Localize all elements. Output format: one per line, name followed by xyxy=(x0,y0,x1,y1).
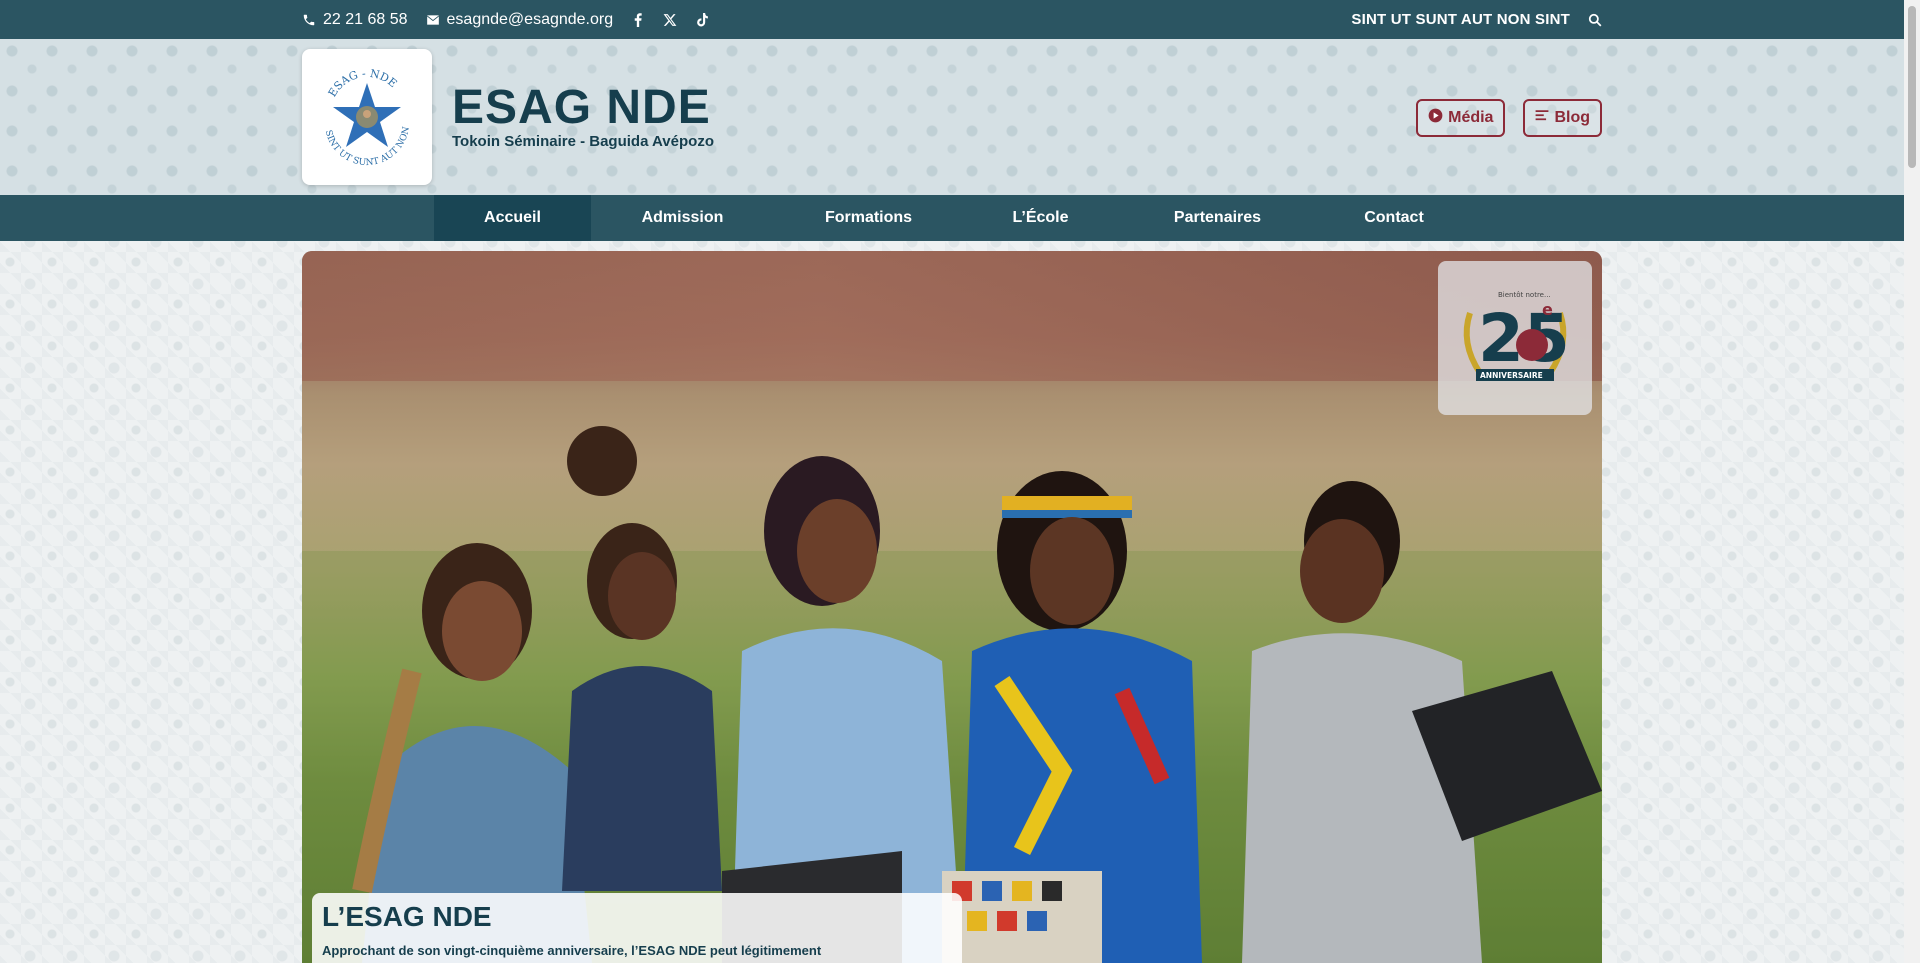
nav-item-formations[interactable]: Formations xyxy=(774,195,963,241)
blog-label: Blog xyxy=(1554,109,1590,126)
site-header: ESAG - NDE SINT UT SUNT AUT NON SINT ESA… xyxy=(0,39,1904,195)
logo-emblem: ESAG - NDE SINT UT SUNT AUT NON SINT xyxy=(311,61,412,168)
nav-item-contact[interactable]: Contact xyxy=(1317,195,1471,241)
badge-superscript: e xyxy=(1542,300,1553,319)
nav-item-accueil[interactable]: Accueil xyxy=(434,195,591,241)
play-circle-icon xyxy=(1428,108,1443,128)
media-button[interactable]: Média xyxy=(1416,99,1506,137)
scrollbar-thumb[interactable] xyxy=(1908,6,1916,168)
hero-caption-title: L’ESAG NDE xyxy=(322,901,492,932)
facebook-icon[interactable] xyxy=(631,12,645,27)
media-label: Média xyxy=(1448,109,1494,126)
phone-contact[interactable]: 22 21 68 58 xyxy=(302,11,408,29)
email-address: esagnde@esagnde.org xyxy=(446,10,614,28)
tiktok-icon[interactable] xyxy=(695,12,709,27)
hero-caption: L’ESAG NDE Approchant de son vingt-cinqu… xyxy=(312,893,962,963)
hero-students-photo xyxy=(302,426,1602,963)
nav-item-ecole[interactable]: L’École xyxy=(963,195,1118,241)
badge-small-text: Bientôt notre... xyxy=(1498,291,1551,299)
top-bar: 22 21 68 58 esagnde@esagnde.org SINT UT … xyxy=(0,0,1904,39)
main-nav: Accueil Admission Formations L’École Par… xyxy=(0,195,1904,241)
brand-block[interactable]: ESAG NDE Tokoin Séminaire - Baguida Avép… xyxy=(452,81,714,151)
x-icon[interactable] xyxy=(663,13,677,27)
email-contact[interactable]: esagnde@esagnde.org xyxy=(426,10,614,29)
hero-banner: Bientôt notre... 25 e ANNIVERSAIRE L’ESA… xyxy=(302,251,1602,963)
align-left-icon xyxy=(1535,109,1549,127)
phone-number: 22 21 68 58 xyxy=(323,10,408,28)
phone-icon xyxy=(302,13,316,27)
anniversary-badge[interactable]: Bientôt notre... 25 e ANNIVERSAIRE xyxy=(1438,261,1592,415)
site-subtitle: Tokoin Séminaire - Baguida Avépozo xyxy=(452,133,714,151)
school-motto: SINT UT SUNT AUT NON SINT xyxy=(1351,11,1570,28)
svg-text:ESAG - NDE: ESAG - NDE xyxy=(326,67,400,99)
envelope-icon xyxy=(426,13,440,27)
hero-caption-text: Approchant de son vingt-cinquième annive… xyxy=(322,943,822,958)
nav-item-admission[interactable]: Admission xyxy=(591,195,774,241)
nav-item-partenaires[interactable]: Partenaires xyxy=(1118,195,1317,241)
badge-ribbon-text: ANNIVERSAIRE xyxy=(1480,371,1543,380)
page-scrollbar[interactable] xyxy=(1904,0,1920,963)
blog-button[interactable]: Blog xyxy=(1523,99,1602,137)
search-icon[interactable] xyxy=(1588,13,1602,27)
site-title: ESAG NDE xyxy=(452,81,711,134)
logo-top-text: ESAG - NDE xyxy=(326,67,400,99)
school-logo[interactable]: ESAG - NDE SINT UT SUNT AUT NON SINT xyxy=(302,49,432,185)
